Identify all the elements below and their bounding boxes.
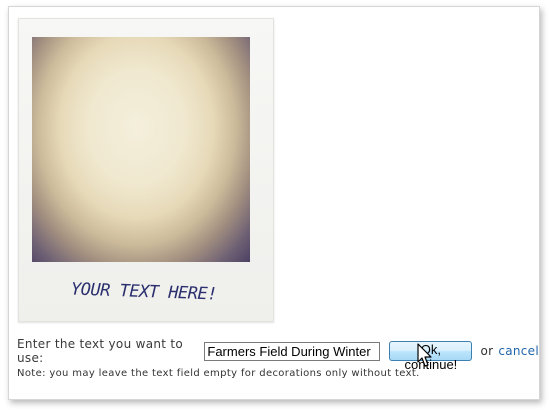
cancel-link[interactable]: cancel xyxy=(498,344,539,358)
or-label: or xyxy=(480,344,494,358)
caption-text-input[interactable] xyxy=(204,341,381,361)
note-text: Note: you may leave the text field empty… xyxy=(17,368,420,379)
text-entry-row: Enter the text you want to use: Ok, cont… xyxy=(17,337,539,372)
ok-continue-button[interactable]: Ok, continue! xyxy=(389,341,473,372)
placeholder-text: YOUR TEXT HERE! xyxy=(71,279,218,304)
handwritten-placeholder-text: YOUR TEXT HERE! xyxy=(71,279,218,304)
stage: YOUR TEXT HERE! Enter the text you want … xyxy=(0,0,551,412)
preview-photo xyxy=(32,37,250,262)
polaroid-preview: YOUR TEXT HERE! xyxy=(18,18,274,322)
decoration-panel: YOUR TEXT HERE! Enter the text you want … xyxy=(8,6,540,400)
prompt-label: Enter the text you want to use: xyxy=(17,337,184,365)
